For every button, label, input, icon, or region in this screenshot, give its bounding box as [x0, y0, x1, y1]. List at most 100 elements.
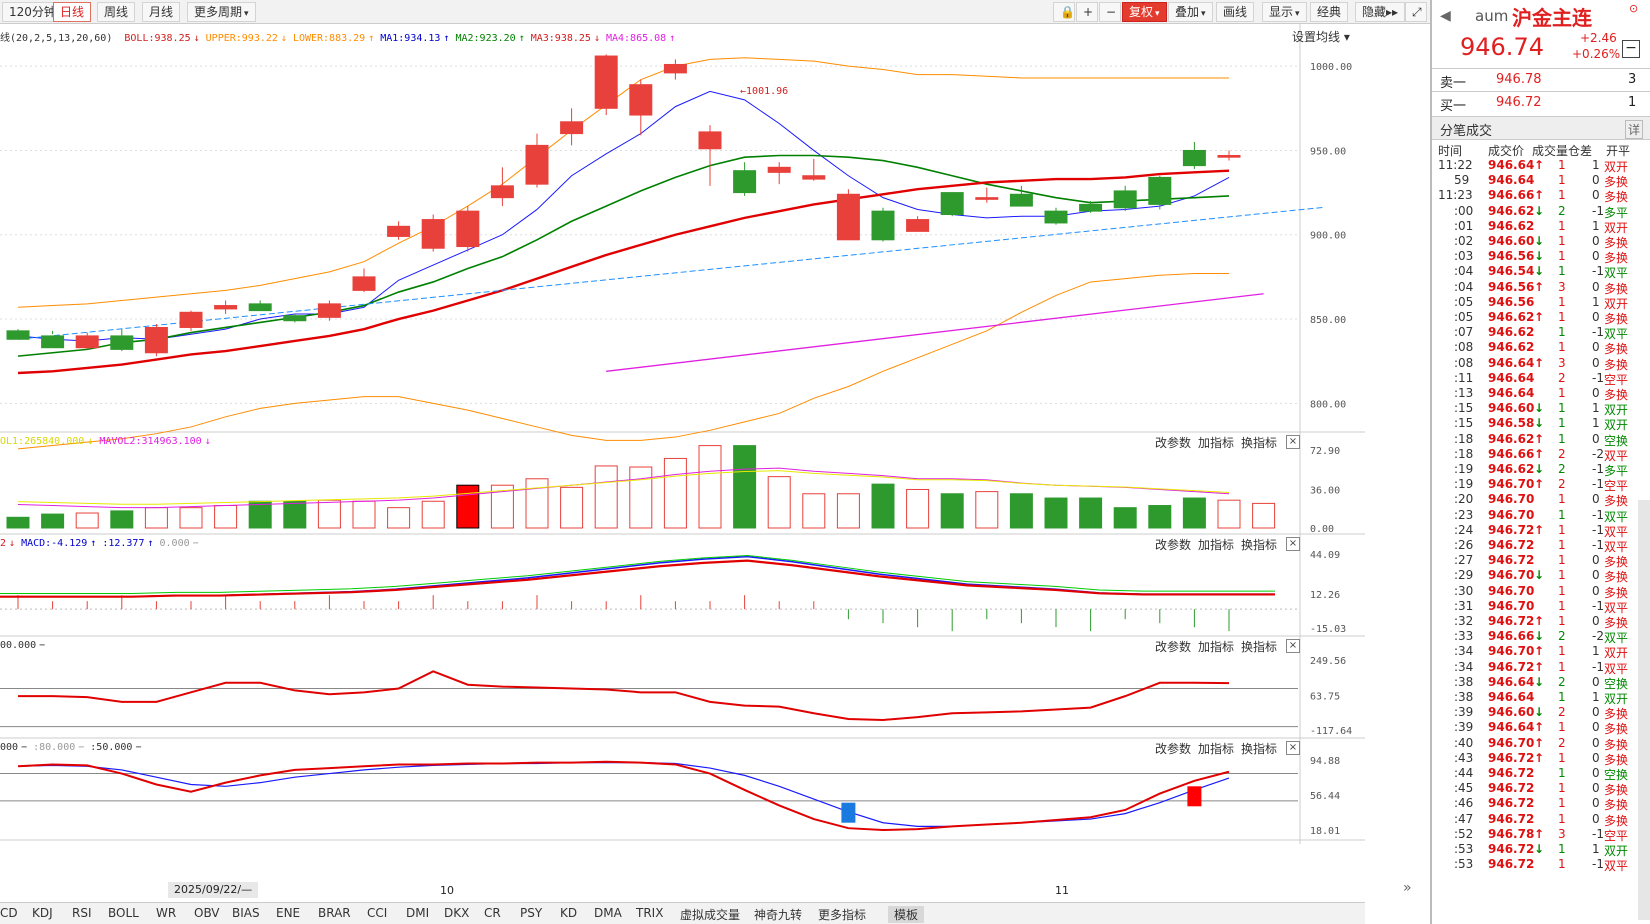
volume-add-indicator-button[interactable]: 加指标	[1198, 434, 1234, 451]
volume-bar	[1009, 493, 1033, 529]
kdj-tick-label: 18.01	[1310, 826, 1340, 837]
tick-row: :18 946.62 ↑ 1 0 空换	[1432, 432, 1650, 448]
plus-icon[interactable]: +	[1076, 2, 1098, 22]
hide-button[interactable]: 隐藏▸▸	[1355, 2, 1406, 22]
tick-row: :11 946.64 2 -1 空平	[1432, 371, 1650, 387]
tick-cell: :00	[1454, 203, 1474, 218]
tab-6[interactable]: BIAS	[232, 906, 260, 920]
cci-change-indicator-button[interactable]: 换指标	[1241, 638, 1277, 655]
tick-cell: 946.70	[1488, 735, 1535, 750]
bid-label: 买一	[1440, 99, 1467, 114]
tab-16[interactable]: TRIX	[636, 906, 663, 920]
bid-price: 946.72	[1496, 95, 1542, 110]
candle-body	[110, 335, 134, 350]
tab-20[interactable]: 模板	[888, 906, 925, 923]
candle-body	[283, 315, 307, 322]
cci-tick-label: 63.75	[1310, 691, 1340, 702]
macd-add-indicator-button[interactable]: 加指标	[1198, 536, 1234, 553]
volume-change-indicator-button[interactable]: 换指标	[1241, 434, 1277, 451]
tab-7[interactable]: ENE	[276, 906, 300, 920]
overlay-button[interactable]: 叠加	[1168, 2, 1213, 22]
display-button[interactable]: 显示	[1262, 2, 1307, 22]
cci-edit-params-button[interactable]: 改参数	[1155, 638, 1191, 655]
tick-cell: 946.70	[1488, 583, 1535, 598]
alert-icon[interactable]: ⊙	[1629, 2, 1638, 15]
period-weekly-button[interactable]: 周线	[97, 2, 136, 22]
kdj-edit-params-button[interactable]: 改参数	[1155, 740, 1191, 757]
volume-edit-params-button[interactable]: 改参数	[1155, 434, 1191, 451]
macd-aux-line	[0, 554, 1275, 595]
cci-close-icon[interactable]: ×	[1286, 639, 1300, 653]
period-monthly-button[interactable]: 月线	[142, 2, 181, 22]
macd-close-icon[interactable]: ×	[1286, 537, 1300, 551]
tick-row: :05 946.56 1 1 双开	[1432, 295, 1650, 311]
tick-cell: ↓	[1534, 249, 1545, 264]
tick-cell: :07	[1454, 325, 1474, 340]
price-tick-label: 900.00	[1310, 231, 1346, 242]
price-tick-label: 850.00	[1310, 315, 1346, 326]
kline-chart-area[interactable]: 1000.00 950.00 900.00 850.00 800.00 72.90 36.…	[0, 24, 1365, 902]
tab-19[interactable]: 更多指标	[818, 906, 866, 923]
ticks-scrollbar[interactable]	[1638, 500, 1650, 920]
collapse-icon[interactable]: −	[1622, 40, 1640, 58]
tab-10[interactable]: DMI	[406, 906, 429, 920]
tick-cell: 59	[1454, 173, 1470, 188]
adjust-rights-button[interactable]: 复权	[1122, 2, 1167, 22]
ticks-detail-button[interactable]: 详	[1625, 120, 1644, 139]
indicator-tabs: CD KDJ RSI BOLL WR OBV BIAS ENE BRAR CCI DMI DKX CR P…	[0, 902, 1365, 924]
scroll-right-icon[interactable]: »	[1403, 880, 1412, 896]
minus-icon[interactable]: −	[1099, 2, 1121, 22]
tick-cell: 1	[1592, 401, 1600, 416]
tick-cell: 1	[1558, 796, 1566, 811]
tab-4[interactable]: WR	[156, 906, 176, 920]
tab-5[interactable]: OBV	[194, 906, 220, 920]
tab-12[interactable]: CR	[484, 906, 501, 920]
tick-cell: 1	[1558, 401, 1566, 416]
cci-add-indicator-button[interactable]: 加指标	[1198, 638, 1234, 655]
tick-cell: :18	[1454, 431, 1474, 446]
tab-13[interactable]: PSY	[520, 906, 542, 920]
kdj-add-indicator-button[interactable]: 加指标	[1198, 740, 1234, 757]
tick-cell: 1	[1558, 842, 1566, 856]
price-change: +2.46	[1580, 31, 1617, 45]
kdj-close-icon[interactable]: ×	[1286, 741, 1300, 755]
tab-17[interactable]: 虚拟成交量	[680, 906, 740, 923]
candle-body	[767, 166, 791, 173]
period-daily-button[interactable]: 日线	[53, 2, 92, 22]
tab-11[interactable]: DKX	[444, 906, 469, 920]
set-ma-button[interactable]: 设置均线 ▾	[1292, 28, 1350, 45]
draw-line-button[interactable]: 画线	[1216, 2, 1255, 22]
tick-cell: :04	[1454, 279, 1474, 294]
volume-bar	[525, 478, 549, 529]
volume-bar	[1148, 505, 1172, 529]
tick-cell: ↑	[1534, 614, 1545, 628]
tab-3[interactable]: BOLL	[108, 906, 139, 920]
kdj-legend: 000−:80.000−:50.000−	[0, 742, 147, 753]
tab-18[interactable]: 神奇九转	[754, 906, 802, 923]
tab-0[interactable]: CD	[0, 906, 18, 920]
macd-legend-item: MACD:-4.129 ↑	[21, 538, 97, 549]
macd-edit-params-button[interactable]: 改参数	[1155, 536, 1191, 553]
tab-1[interactable]: KDJ	[32, 906, 53, 920]
tab-15[interactable]: DMA	[594, 906, 622, 920]
more-periods-button[interactable]: 更多周期	[187, 2, 256, 22]
tab-14[interactable]: KD	[560, 906, 577, 920]
tab-8[interactable]: BRAR	[318, 906, 351, 920]
classic-button[interactable]: 经典	[1310, 2, 1349, 22]
tick-cell: 2	[1558, 674, 1566, 689]
macd-change-indicator-button[interactable]: 换指标	[1241, 536, 1277, 553]
volume-bar	[352, 500, 376, 529]
expand-icon[interactable]: ⤢	[1405, 2, 1427, 22]
tab-9[interactable]: CCI	[367, 906, 387, 920]
tick-cell: :39	[1454, 705, 1474, 720]
lock-icon[interactable]: 🔒	[1053, 2, 1075, 22]
volume-bar	[214, 505, 238, 529]
volume-bar	[6, 516, 30, 529]
kdj-change-indicator-button[interactable]: 换指标	[1241, 740, 1277, 757]
volume-close-icon[interactable]: ×	[1286, 435, 1300, 449]
tick-cell: 2	[1558, 477, 1566, 492]
price-tick-label: 950.00	[1310, 146, 1346, 157]
tab-2[interactable]: RSI	[72, 906, 92, 920]
prev-contract-icon[interactable]: ◀	[1440, 8, 1451, 24]
tick-cell: 946.64	[1488, 158, 1535, 172]
